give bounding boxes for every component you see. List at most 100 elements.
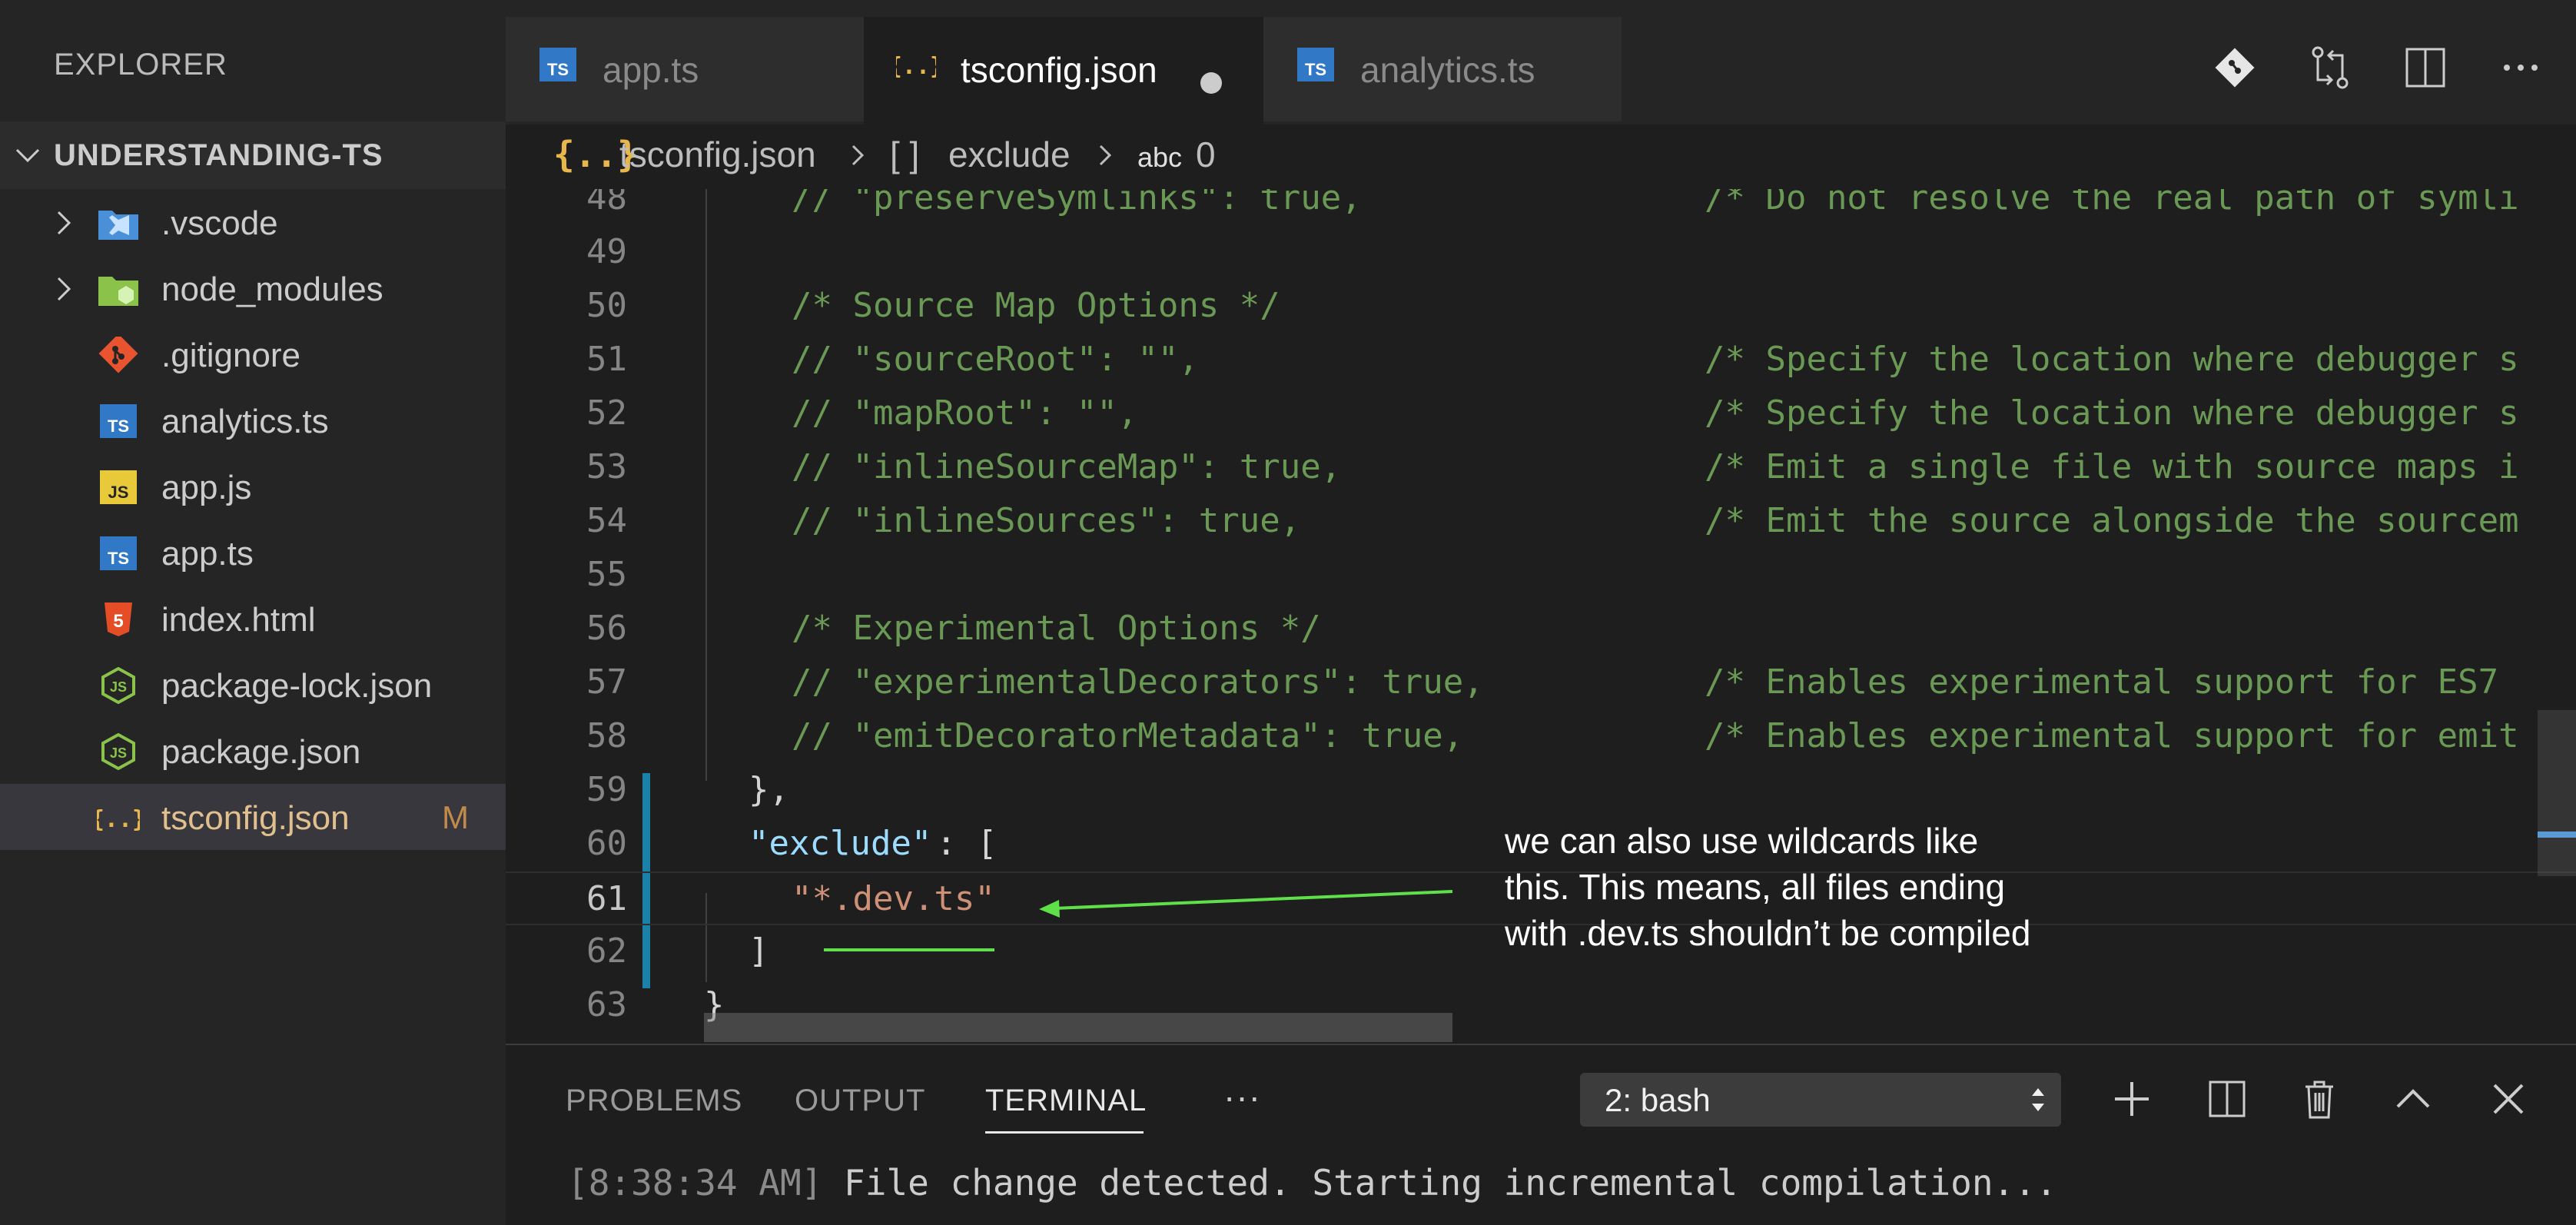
split-terminal-icon[interactable]	[2203, 1074, 2252, 1124]
tab-output[interactable]: OUTPUT	[795, 1084, 925, 1118]
tree-item-package-lock-json[interactable]: JS package-lock.json	[0, 652, 506, 718]
bottom-panel: PROBLEMS OUTPUT TERMINAL ··· 2: bash [8:…	[506, 1044, 2576, 1225]
explorer-title: EXPLORER	[54, 48, 227, 81]
tab-label: analytics.ts	[1360, 50, 1535, 90]
tab-problems[interactable]: PROBLEMS	[566, 1084, 742, 1118]
unsaved-dot-icon[interactable]	[1200, 72, 1222, 94]
code-line: 58 // "emitDecoratorMetadata": true, /* …	[586, 716, 2519, 755]
tab-analytics-ts[interactable]: TS analytics.ts	[1263, 17, 1622, 121]
minimap-cursor-mark	[2538, 832, 2576, 838]
file-name: tsconfig.json	[161, 799, 350, 837]
svg-text:TS: TS	[108, 417, 129, 436]
svg-text:{..}: {..}	[896, 53, 936, 80]
node-json-icon: JS	[101, 733, 135, 770]
node-folder-icon	[98, 277, 138, 306]
code-line: 56 /* Experimental Options */	[586, 609, 1321, 648]
svg-text:JS: JS	[110, 679, 127, 695]
code-line: 49	[586, 232, 627, 271]
compare-changes-icon[interactable]	[2305, 43, 2355, 92]
tree-item-gitignore[interactable]: .gitignore	[0, 321, 506, 387]
tree-item-app-js[interactable]: JS app.js	[0, 453, 506, 520]
typescript-icon: TS	[1297, 48, 1334, 81]
select-arrows-icon	[2032, 1088, 2044, 1111]
breadcrumb: {..} tsconfig.json [ ] exclude abc 0	[506, 124, 2576, 189]
code-line: 57 // "experimentalDecorators": true, /*…	[586, 662, 2499, 702]
tab-app-ts[interactable]: TS app.ts	[506, 17, 864, 121]
breadcrumb-file[interactable]: tsconfig.json	[619, 134, 816, 175]
annotation-text: we can also use wildcards like this. Thi…	[1505, 818, 2135, 956]
svg-text:JS: JS	[110, 745, 127, 761]
tab-terminal[interactable]: TERMINAL	[985, 1084, 1147, 1118]
code-line: 59 },	[586, 770, 789, 809]
annotation-line: with .dev.ts shouldn’t be compiled	[1505, 913, 2031, 953]
chevron-right-icon	[1099, 144, 1112, 166]
chevron-down-icon	[15, 148, 40, 163]
explorer-sidebar: EXPLORER UNDERSTANDING-TS .vscode node_m…	[0, 0, 506, 1225]
tree-item-app-ts[interactable]: TS app.ts	[0, 520, 506, 586]
horizontal-scrollbar[interactable]	[704, 1013, 1452, 1042]
json-icon: {..}	[97, 806, 140, 833]
chevron-right-icon	[851, 144, 865, 166]
file-name: .vscode	[161, 204, 278, 242]
breadcrumb-index[interactable]: 0	[1196, 134, 1216, 175]
workspace-section-header[interactable]: UNDERSTANDING-TS	[0, 121, 506, 189]
annotation-line: we can also use wildcards like	[1505, 821, 1979, 861]
code-line: 51 // "sourceRoot": "", /* Specify the l…	[586, 340, 2519, 379]
terminal-select[interactable]: 2: bash	[1580, 1073, 2061, 1127]
chevron-right-icon	[57, 277, 71, 301]
file-name: app.js	[161, 469, 252, 506]
javascript-icon: JS	[100, 470, 137, 504]
file-name: index.html	[161, 601, 316, 639]
terminal-message: File change detected. Starting increment…	[822, 1162, 2057, 1203]
git-icon	[98, 337, 138, 373]
file-name: package.json	[161, 733, 361, 771]
code-line: 53 // "inlineSourceMap": true, /* Emit a…	[586, 447, 2519, 486]
tab-label: app.ts	[603, 50, 699, 90]
svg-text:TS: TS	[547, 60, 569, 79]
tree-item-vscode[interactable]: .vscode	[0, 189, 506, 255]
code-line: 55	[586, 555, 627, 594]
svg-text:TS: TS	[1305, 60, 1326, 79]
tab-label: tsconfig.json	[961, 50, 1157, 90]
modified-badge: M	[442, 799, 469, 835]
editor-tab-bar: TS app.ts {..} tsconfig.json TS analytic…	[506, 0, 2576, 124]
trash-icon[interactable]	[2295, 1074, 2344, 1124]
json-icon: {..}	[896, 53, 936, 80]
tree-item-index-html[interactable]: 5 index.html	[0, 586, 506, 652]
terminal-select-value: 2: bash	[1605, 1082, 1711, 1118]
html-icon: 5	[105, 603, 132, 636]
string-icon: abc	[1137, 141, 1183, 173]
workspace-name: UNDERSTANDING-TS	[54, 138, 383, 172]
code-line: 48 // "preserveSymlinks": true, /* Do no…	[586, 189, 2519, 217]
typescript-icon: TS	[100, 536, 137, 570]
terminal-output-line: [8:38:34 AM] File change detected. Start…	[567, 1162, 2057, 1203]
tab-tsconfig-json[interactable]: {..} tsconfig.json	[864, 17, 1263, 124]
terminal-timestamp: 8:38:34 AM	[588, 1162, 802, 1203]
tree-item-tsconfig-json[interactable]: {..} tsconfig.json M	[0, 784, 506, 850]
more-actions-icon[interactable]	[2496, 43, 2545, 92]
svg-text:{..}: {..}	[97, 806, 140, 833]
git-lens-icon[interactable]	[2210, 43, 2259, 92]
breadcrumb-key[interactable]: exclude	[948, 134, 1071, 175]
annotation-line: this. This means, all files ending	[1505, 867, 2006, 907]
vscode-folder-icon	[98, 211, 138, 240]
file-name: analytics.ts	[161, 403, 329, 440]
file-name: app.ts	[161, 535, 254, 573]
active-tab-indicator	[985, 1131, 1144, 1134]
new-terminal-icon[interactable]	[2107, 1074, 2156, 1124]
code-line: 50 /* Source Map Options */	[586, 286, 1280, 325]
svg-text:5: 5	[113, 611, 123, 632]
file-name: package-lock.json	[161, 667, 433, 705]
tree-item-node-modules[interactable]: node_modules	[0, 255, 506, 321]
tree-item-package-json[interactable]: JS package.json	[0, 718, 506, 784]
node-json-icon: JS	[101, 667, 135, 704]
minimap-slider[interactable]	[2538, 710, 2576, 876]
more-panel-tabs-icon[interactable]: ···	[1223, 1076, 1261, 1117]
split-editor-icon[interactable]	[2401, 43, 2450, 92]
svg-text:TS: TS	[108, 549, 129, 568]
svg-text:JS: JS	[108, 483, 129, 502]
close-panel-icon[interactable]	[2484, 1074, 2533, 1124]
file-name: .gitignore	[161, 337, 301, 374]
tree-item-analytics-ts[interactable]: TS analytics.ts	[0, 387, 506, 453]
maximize-panel-icon[interactable]	[2388, 1074, 2438, 1124]
